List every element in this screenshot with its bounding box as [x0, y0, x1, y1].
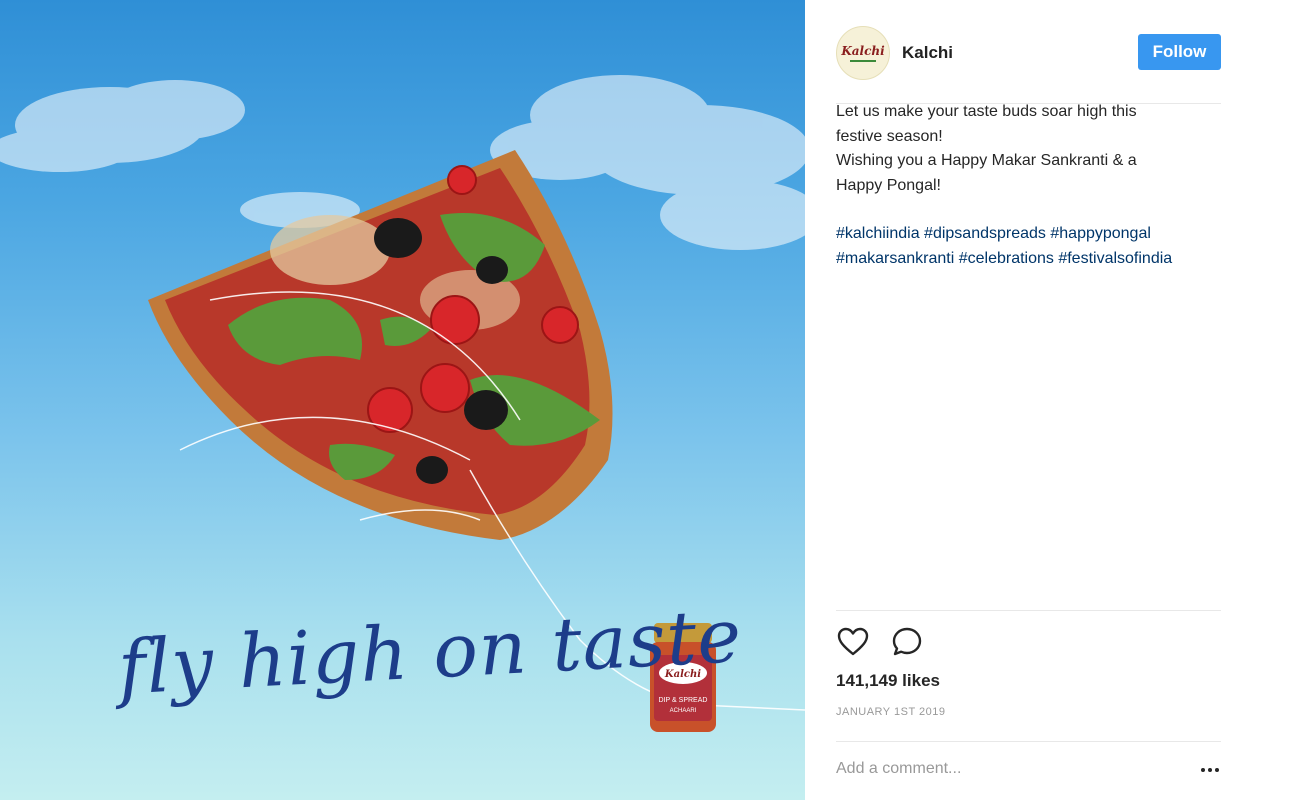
comment-input[interactable] [836, 756, 1176, 782]
caption-line: festive season! [836, 127, 943, 145]
pizza-slice [148, 150, 613, 540]
comment-icon[interactable] [890, 625, 924, 659]
actions-divider [836, 610, 1221, 611]
follow-button[interactable]: Follow [1138, 34, 1221, 70]
jar-line1: DIP & SPREAD [659, 697, 708, 704]
post-actions [836, 625, 924, 659]
more-options-icon[interactable] [1196, 760, 1224, 780]
hashtag-line[interactable]: #makarsankranti #celebrations #festivals… [836, 247, 1221, 272]
avatar[interactable]: Kalchi [836, 26, 890, 80]
caption-line: Let us make your taste buds soar high th… [836, 103, 1137, 120]
caption-line: Happy Pongal! [836, 176, 941, 194]
hashtags: #kalchiindia #dipsandspreads #happyponga… [836, 222, 1221, 271]
jar-line2: ACHAARI [670, 708, 697, 714]
likes-count[interactable]: 141,149 likes [836, 671, 940, 691]
post-date: JANUARY 1ST 2019 [836, 706, 946, 718]
avatar-logo-text: Kalchi [841, 44, 885, 58]
avatar-logo-accent [850, 60, 876, 62]
comment-divider [836, 741, 1221, 742]
caption: Let us make your taste buds soar high th… [836, 100, 1221, 271]
heart-icon[interactable] [836, 625, 870, 659]
caption-line: Wishing you a Happy Makar Sankranti & a [836, 152, 1137, 169]
username[interactable]: Kalchi [902, 43, 953, 63]
hashtag-line[interactable]: #kalchiindia #dipsandspreads #happyponga… [836, 222, 1221, 247]
post-image[interactable]: Kalchi DIP & SPREAD ACHAARI fly high on … [0, 0, 805, 800]
